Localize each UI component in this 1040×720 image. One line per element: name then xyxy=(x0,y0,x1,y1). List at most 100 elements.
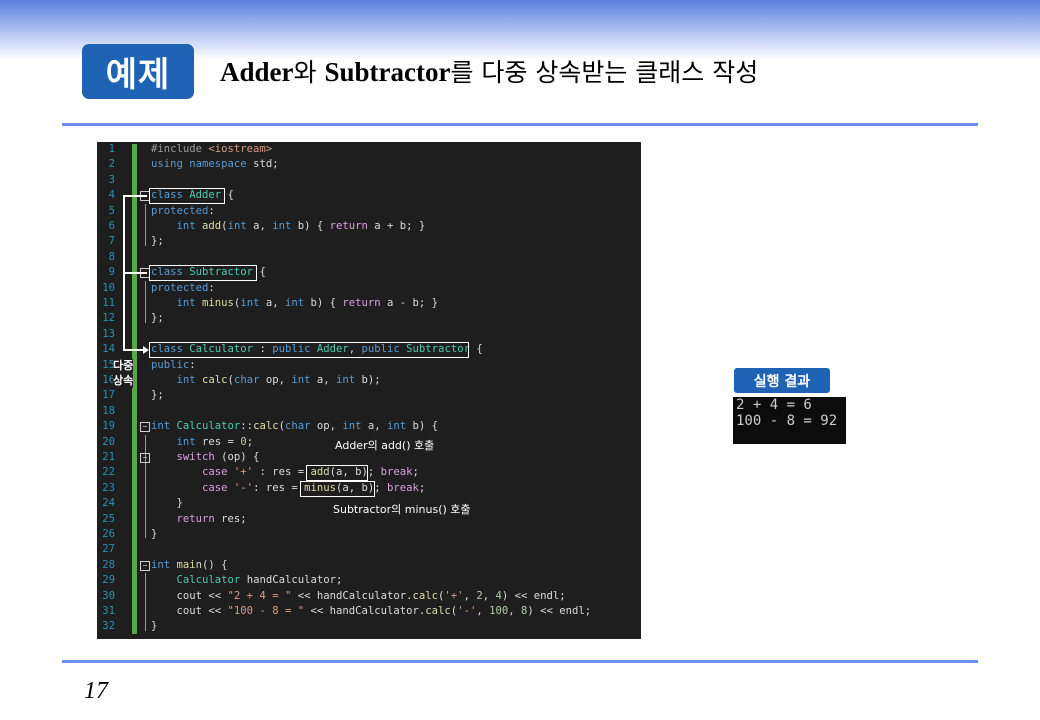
result-label: 실행 결과 xyxy=(734,368,830,393)
inheritance-bracket xyxy=(123,272,147,275)
line-number: 24 xyxy=(102,497,115,510)
line-number: 2 xyxy=(108,158,115,171)
line-number: 12 xyxy=(102,312,115,325)
code-line: 13 xyxy=(97,327,641,342)
code-text: int main() { xyxy=(151,558,228,571)
page-number: 17 xyxy=(84,678,108,704)
line-number: 8 xyxy=(108,250,115,263)
code-text: } xyxy=(151,620,158,633)
line-number: 30 xyxy=(102,589,115,602)
title-part-rest: 를 다중 상속받는 클래스 작성 xyxy=(450,58,759,87)
fold-toggle-icon: − xyxy=(140,422,150,433)
code-line: 3 xyxy=(97,173,641,188)
line-number: 17 xyxy=(102,389,115,402)
slide-title: Adder와 Subtractor를 다중 상속받는 클래스 작성 xyxy=(220,52,758,92)
highlight-minus-call xyxy=(300,480,375,497)
code-text: using namespace std; xyxy=(151,158,279,171)
code-line: 15 public: xyxy=(97,358,641,373)
highlight-class-calculator xyxy=(149,342,469,359)
line-number: 6 xyxy=(108,220,115,232)
line-number: 23 xyxy=(102,481,115,494)
bottom-divider xyxy=(62,660,978,663)
line-number: 32 xyxy=(102,620,115,633)
line-number: 3 xyxy=(108,173,115,186)
line-number: 5 xyxy=(108,204,115,217)
code-text: } xyxy=(151,528,158,540)
code-line: 6 int add(int a, int b) { return a + b; … xyxy=(97,219,641,234)
fold-toggle-icon: − xyxy=(140,560,150,571)
code-line: 22 case '+' : res = add(a, b); break; xyxy=(97,465,641,480)
code-line: 30 cout << "2 + 4 = " << handCalculator.… xyxy=(97,589,641,604)
fold-toggle-icon: − xyxy=(140,453,150,463)
line-number: 14 xyxy=(102,343,115,356)
inheritance-label: 다중 xyxy=(113,358,134,373)
code-line: 1 #include <iostream> xyxy=(97,142,641,157)
code-line: 32} xyxy=(97,619,641,634)
line-number: 21 xyxy=(102,451,115,463)
line-number: 13 xyxy=(102,327,115,340)
console-line: 100 - 8 = 92 xyxy=(736,413,838,429)
line-number: 28 xyxy=(102,558,115,571)
code-line: 7}; xyxy=(97,234,641,249)
highlight-add-call xyxy=(306,465,368,482)
title-part-adder: Adder xyxy=(220,57,294,87)
code-text: cout << "2 + 4 = " << handCalculator.cal… xyxy=(151,589,566,602)
code-line: 18 xyxy=(97,404,641,419)
line-number: 4 xyxy=(108,189,115,202)
code-text: }; xyxy=(151,312,164,325)
code-text: protected: xyxy=(151,281,215,294)
code-line: 17}; xyxy=(97,388,641,403)
code-line: 8 xyxy=(97,250,641,265)
code-text: }; xyxy=(151,235,164,248)
fold-guide xyxy=(145,280,146,323)
code-text: int calc(char op, int a, int b); xyxy=(176,374,381,386)
line-number: 31 xyxy=(102,605,115,617)
code-text: int Calculator::calc(char op, int a, int… xyxy=(151,420,439,433)
inheritance-bracket xyxy=(123,349,143,352)
line-number: 7 xyxy=(108,235,115,248)
code-line: 26} xyxy=(97,527,641,542)
code-text: } xyxy=(151,497,183,510)
line-number: 27 xyxy=(102,543,115,556)
line-number: 19 xyxy=(102,420,115,433)
line-number: 11 xyxy=(102,297,115,309)
highlight-class-adder xyxy=(149,188,225,205)
code-line: 16 int calc(char op, int a, int b); xyxy=(97,373,641,388)
code-line: 27 xyxy=(97,542,641,557)
console-output: 2 + 4 = 6 100 - 8 = 92 xyxy=(733,397,846,444)
code-text: int res = 0; xyxy=(176,435,254,448)
example-badge: 예제 xyxy=(82,44,194,99)
code-text: protected: xyxy=(151,204,215,217)
line-number: 18 xyxy=(102,404,115,417)
code-line: 19 int Calculator::calc(char op, int a, i… xyxy=(97,419,641,434)
code-text: switch (op) { xyxy=(176,451,260,463)
code-text: cout << "100 - 8 = " << handCalculator.c… xyxy=(151,605,592,617)
inheritance-bracket xyxy=(123,195,147,198)
code-text: #include <iostream> xyxy=(151,143,273,155)
code-text: Calculator handCalculator; xyxy=(176,574,343,587)
adder-call-note: Adder의 add() 호출 xyxy=(335,438,435,452)
code-line: 29 Calculator handCalculator; xyxy=(97,573,641,588)
fold-guide xyxy=(145,434,146,539)
highlight-class-subtractor xyxy=(149,265,257,282)
line-number: 22 xyxy=(102,466,115,479)
inheritance-label: 상속 xyxy=(113,374,134,388)
line-number: 25 xyxy=(102,512,115,525)
fold-guide xyxy=(145,573,146,631)
code-line: 31 cout << "100 - 8 = " << handCalculato… xyxy=(97,604,641,619)
line-number: 10 xyxy=(102,281,115,294)
title-part-subtractor: Subtractor xyxy=(324,57,451,87)
code-text: case '-': res = minus(a, b); break; xyxy=(202,481,426,494)
title-part-wa: 와 xyxy=(293,58,325,87)
code-line: 5 protected: xyxy=(97,204,641,219)
code-text: return res; xyxy=(176,512,247,525)
line-number: 1 xyxy=(108,143,115,155)
line-number: 26 xyxy=(102,528,115,540)
code-line: 2 using namespace std; xyxy=(97,157,641,172)
code-line: 12}; xyxy=(97,311,641,326)
code-line: 28 int main() { xyxy=(97,558,641,573)
code-line: 10 protected: xyxy=(97,281,641,296)
code-text: }; xyxy=(151,389,164,402)
fold-guide xyxy=(145,203,146,246)
code-text: case '+' : res = add(a, b); break; xyxy=(202,466,419,479)
